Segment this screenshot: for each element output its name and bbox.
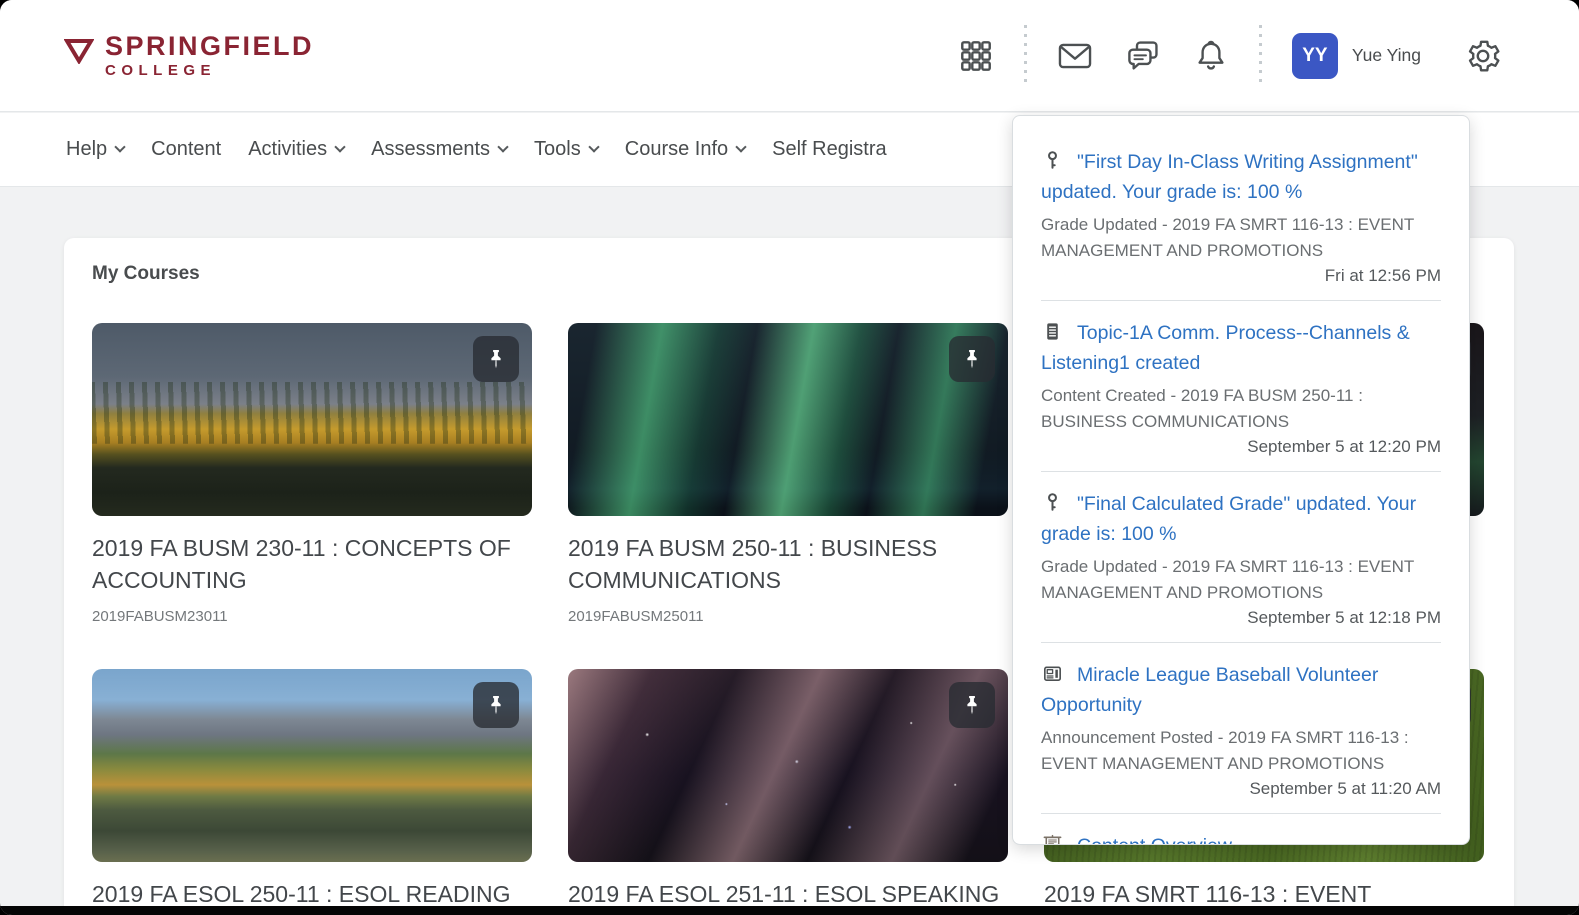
nav-item-label: Activities — [248, 138, 327, 161]
course-card[interactable]: 2019 FA ESOL 251-11 : ESOL SPEAKING — [568, 669, 1008, 910]
document-icon — [1041, 320, 1064, 343]
pushpin-icon — [484, 693, 508, 717]
nav-item-label: Help — [66, 138, 107, 161]
notification-link[interactable]: "First Day In-Class Writing Assignment" … — [1041, 147, 1441, 207]
chevron-down-icon — [114, 141, 125, 152]
notification-item: Topic-1A Comm. Process--Channels & Liste… — [1041, 301, 1441, 472]
notification-title-text: "Final Calculated Grade" updated. Your g… — [1041, 493, 1416, 545]
notification-type-icon — [1041, 149, 1064, 172]
app-frame: SPRINGFIELD COLLEGE — [0, 0, 1579, 915]
chat-icon[interactable] — [1124, 37, 1162, 75]
notification-meta: Announcement Posted - 2019 FA SMRT 116-1… — [1041, 725, 1441, 776]
logo-text: SPRINGFIELD COLLEGE — [105, 32, 314, 79]
nav-item[interactable]: Activities — [248, 138, 344, 161]
nav-item[interactable]: Help — [66, 138, 124, 161]
course-image[interactable] — [92, 323, 532, 516]
nav-item-label: Assessments — [371, 138, 490, 161]
presentation-screen-icon — [1041, 833, 1064, 845]
notification-link[interactable]: Topic-1A Comm. Process--Channels & Liste… — [1041, 318, 1441, 378]
dotted-divider — [1259, 25, 1262, 87]
course-image[interactable] — [568, 323, 1008, 516]
notification-timestamp: September 5 at 11:20 AM — [1041, 779, 1441, 800]
notification-item: "Final Calculated Grade" updated. Your g… — [1041, 472, 1441, 643]
notification-type-icon — [1041, 491, 1064, 514]
springfield-college-logo[interactable]: SPRINGFIELD COLLEGE — [64, 32, 314, 79]
course-title: 2019 FA BUSM 230-11 : CONCEPTS OF ACCOUN… — [92, 532, 532, 596]
notification-link[interactable]: Content Overview — [1041, 831, 1441, 845]
avatar-initials: YY — [1302, 45, 1327, 67]
chevron-down-icon — [588, 141, 599, 152]
top-header: SPRINGFIELD COLLEGE — [0, 0, 1579, 112]
pin-button[interactable] — [473, 682, 519, 728]
pushpin-icon — [960, 347, 984, 371]
pushpin-icon — [484, 347, 508, 371]
user-avatar[interactable]: YY — [1292, 33, 1338, 79]
notification-list: "First Day In-Class Writing Assignment" … — [1041, 130, 1441, 845]
logo-line1: SPRINGFIELD — [105, 32, 314, 60]
dotted-divider — [1024, 25, 1027, 87]
grades-icon — [1041, 149, 1064, 172]
logo-line2: COLLEGE — [105, 63, 314, 79]
chevron-down-icon — [497, 141, 508, 152]
header-actions: YY Yue Ying — [942, 25, 1517, 87]
bell-icon[interactable] — [1192, 37, 1230, 75]
nav-item-label: Course Info — [625, 138, 728, 161]
notification-item: Miracle League Baseball Volunteer Opport… — [1041, 643, 1441, 814]
pin-button[interactable] — [949, 682, 995, 728]
course-title: 2019 FA BUSM 250-11 : BUSINESS COMMUNICA… — [568, 532, 1008, 596]
chevron-down-icon — [334, 141, 345, 152]
notification-title-text: Miracle League Baseball Volunteer Opport… — [1041, 664, 1378, 716]
course-image[interactable] — [92, 669, 532, 862]
gear-icon[interactable] — [1464, 37, 1502, 75]
course-code: 2019FABUSM25011 — [568, 608, 1008, 625]
pushpin-icon — [960, 693, 984, 717]
nav-item[interactable]: Course Info — [625, 138, 745, 161]
window-bottom-edge — [0, 906, 1579, 915]
pin-button[interactable] — [949, 336, 995, 382]
course-card[interactable]: 2019 FA ESOL 250-11 : ESOL READING — [92, 669, 532, 910]
chevron-down-icon — [735, 141, 746, 152]
notification-timestamp: September 5 at 12:18 PM — [1041, 608, 1441, 629]
pin-button[interactable] — [473, 336, 519, 382]
popover-caret — [1226, 115, 1251, 128]
notification-link[interactable]: "Final Calculated Grade" updated. Your g… — [1041, 489, 1441, 549]
course-card[interactable]: 2019 FA BUSM 230-11 : CONCEPTS OF ACCOUN… — [92, 323, 532, 625]
notification-timestamp: Fri at 12:56 PM — [1041, 266, 1441, 287]
notification-type-icon — [1041, 833, 1064, 845]
notification-meta: Content Created - 2019 FA BUSM 250-11 : … — [1041, 383, 1441, 434]
mail-icon[interactable] — [1056, 37, 1094, 75]
user-name: Yue Ying — [1352, 45, 1421, 66]
app-grid-icon[interactable] — [957, 37, 995, 75]
nav-item-label: Self Registra — [772, 138, 887, 161]
notification-title-text: Content Overview — [1077, 835, 1232, 845]
notification-item: Content Overview Content Overview Update… — [1041, 814, 1441, 845]
notifications-popover: "First Day In-Class Writing Assignment" … — [1012, 115, 1470, 845]
notification-meta: Grade Updated - 2019 FA SMRT 116-13 : EV… — [1041, 554, 1441, 605]
logo-triangle-icon — [64, 38, 94, 64]
course-code: 2019FABUSM23011 — [92, 608, 532, 625]
notification-item: "First Day In-Class Writing Assignment" … — [1041, 130, 1441, 301]
notification-meta: Grade Updated - 2019 FA SMRT 116-13 : EV… — [1041, 212, 1441, 263]
notification-type-icon — [1041, 320, 1064, 343]
course-image[interactable] — [568, 669, 1008, 862]
notification-title-text: Topic-1A Comm. Process--Channels & Liste… — [1041, 322, 1410, 374]
notification-type-icon — [1041, 662, 1064, 685]
grades-icon — [1041, 491, 1064, 514]
nav-item[interactable]: Tools — [534, 138, 598, 161]
newspaper-icon — [1041, 662, 1064, 685]
notification-title-text: "First Day In-Class Writing Assignment" … — [1041, 151, 1418, 203]
notification-link[interactable]: Miracle League Baseball Volunteer Opport… — [1041, 660, 1441, 720]
notification-timestamp: September 5 at 12:20 PM — [1041, 437, 1441, 458]
nav-item[interactable]: Assessments — [371, 138, 507, 161]
nav-item[interactable]: Content — [151, 138, 221, 161]
course-card[interactable]: 2019 FA BUSM 250-11 : BUSINESS COMMUNICA… — [568, 323, 1008, 625]
nav-item-label: Tools — [534, 138, 581, 161]
nav-item-label: Content — [151, 138, 221, 161]
nav-item[interactable]: Self Registra — [772, 138, 887, 161]
